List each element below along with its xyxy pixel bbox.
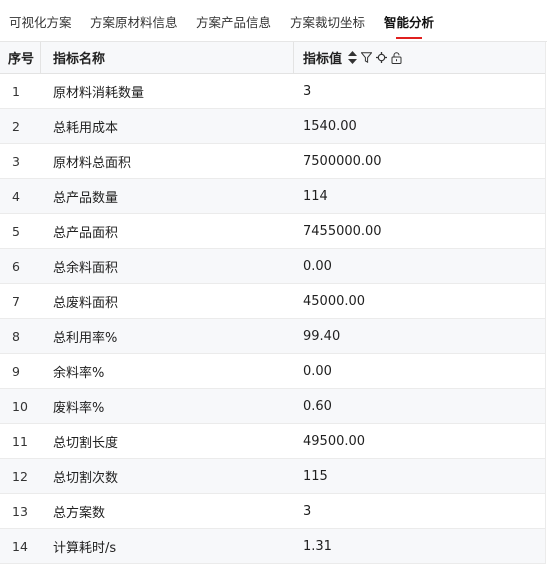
row-index-cell: 6 [12, 258, 20, 274]
table-row[interactable]: 9 余料率% 0.00 [0, 354, 545, 389]
column-divider [40, 42, 41, 74]
metric-value-cell: 0.00 [303, 363, 332, 379]
table-row[interactable]: 5 总产品面积 7455000.00 [0, 214, 545, 249]
row-index-cell: 13 [12, 503, 28, 519]
row-index-cell: 7 [12, 293, 20, 309]
metric-value-cell: 49500.00 [303, 433, 366, 449]
metric-name-cell: 总利用率% [53, 330, 118, 346]
column-header-index: 序号 [8, 52, 35, 67]
tab-plan-products[interactable]: 方案产品信息 [196, 12, 271, 31]
table-right-border [545, 42, 546, 564]
metric-value-cell: 0.60 [303, 398, 332, 414]
table-row[interactable]: 10 废料率% 0.60 [0, 389, 545, 424]
metric-value-cell: 3 [303, 503, 312, 519]
active-tab-indicator [396, 37, 422, 39]
table-row[interactable]: 14 计算耗时/s 1.31 [0, 529, 545, 564]
table-row[interactable]: 12 总切割次数 115 [0, 459, 545, 494]
settings-icon[interactable] [376, 52, 388, 63]
row-index-cell: 11 [12, 433, 28, 449]
table-row[interactable]: 11 总切割长度 49500.00 [0, 424, 545, 459]
tab-plan-cutting-coords[interactable]: 方案裁切坐标 [290, 12, 365, 31]
metric-value-cell: 0.00 [303, 258, 332, 274]
column-header-value: 指标值 [293, 42, 545, 73]
metric-value-cell: 1.31 [303, 538, 332, 554]
metric-name-cell: 原材料总面积 [53, 155, 132, 171]
column-header-value-label: 指标值 [303, 52, 343, 67]
row-index-cell: 12 [12, 468, 28, 484]
tab-plan-materials[interactable]: 方案原材料信息 [90, 12, 178, 31]
table-row[interactable]: 4 总产品数量 114 [0, 179, 545, 214]
table-row[interactable]: 7 总废料面积 45000.00 [0, 284, 545, 319]
metric-name-cell: 总余料面积 [53, 260, 119, 276]
metric-name-cell: 总废料面积 [53, 295, 119, 311]
metric-name-cell: 原材料消耗数量 [53, 85, 145, 101]
table-row[interactable]: 6 总余料面积 0.00 [0, 249, 545, 284]
row-index-cell: 5 [12, 223, 20, 239]
metric-name-cell: 总产品数量 [53, 190, 119, 206]
tab-visual-plan[interactable]: 可视化方案 [9, 12, 72, 31]
table-row[interactable]: 8 总利用率% 99.40 [0, 319, 545, 354]
row-index-cell: 8 [12, 328, 20, 344]
table-row[interactable]: 13 总方案数 3 [0, 494, 545, 529]
row-index-cell: 2 [12, 118, 20, 134]
table-header-row: 序号 指标名称 指标值 [0, 42, 545, 74]
metric-value-cell: 99.40 [303, 328, 341, 344]
metric-value-cell: 114 [303, 188, 328, 204]
metric-name-cell: 总切割次数 [53, 470, 119, 486]
table-row[interactable]: 3 原材料总面积 7500000.00 [0, 144, 545, 179]
filter-icon[interactable] [361, 52, 373, 63]
column-divider [293, 42, 294, 74]
metric-name-cell: 废料率% [53, 400, 105, 416]
table-row[interactable]: 1 原材料消耗数量 3 [0, 74, 545, 109]
metric-value-cell: 45000.00 [303, 293, 366, 309]
row-index-cell: 9 [12, 363, 20, 379]
metric-name-cell: 总切割长度 [53, 435, 119, 451]
row-index-cell: 3 [12, 153, 20, 169]
row-index-cell: 4 [12, 188, 20, 204]
tab-bar: 可视化方案 方案原材料信息 方案产品信息 方案裁切坐标 智能分析 [0, 0, 547, 42]
metric-value-cell: 7500000.00 [303, 153, 382, 169]
metric-name-cell: 总产品面积 [53, 225, 119, 241]
metric-name-cell: 计算耗时/s [53, 540, 117, 556]
row-index-cell: 1 [12, 83, 20, 99]
tab-smart-analysis[interactable]: 智能分析 [384, 12, 434, 31]
row-index-cell: 14 [12, 538, 28, 554]
sort-icon[interactable] [348, 51, 358, 64]
metric-value-cell: 7455000.00 [303, 223, 382, 239]
table-row[interactable]: 2 总耗用成本 1540.00 [0, 109, 545, 144]
metric-value-cell: 115 [303, 468, 328, 484]
column-header-name: 指标名称 [53, 52, 106, 67]
metric-name-cell: 余料率% [53, 365, 105, 381]
metric-name-cell: 总方案数 [53, 505, 106, 521]
lock-icon[interactable] [391, 51, 402, 64]
metric-value-cell: 3 [303, 83, 312, 99]
metric-name-cell: 总耗用成本 [53, 120, 119, 136]
metric-value-cell: 1540.00 [303, 118, 357, 134]
row-index-cell: 10 [12, 398, 28, 414]
